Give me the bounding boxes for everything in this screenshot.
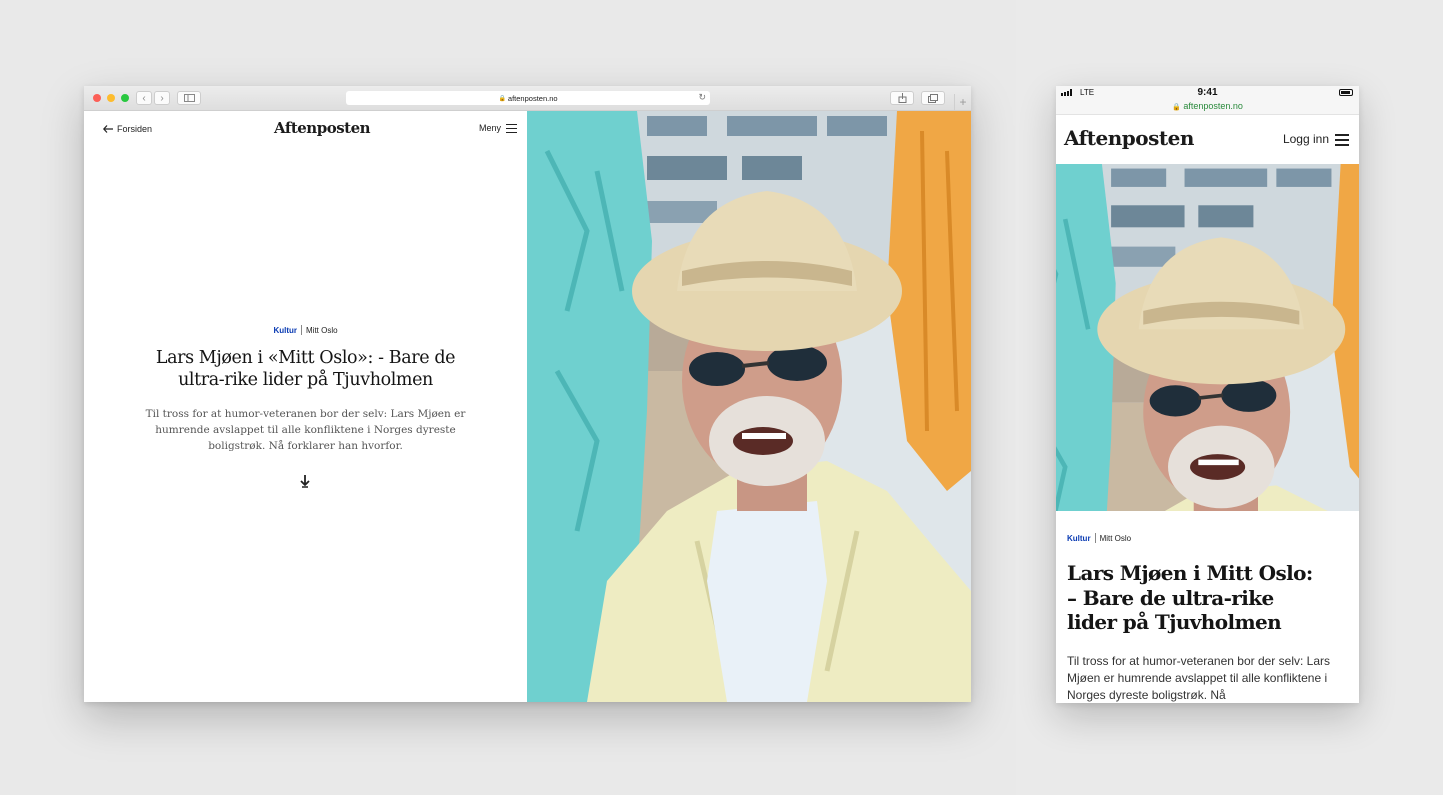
- sidebar-button[interactable]: [177, 91, 201, 105]
- tabs-overview-button[interactable]: [921, 91, 945, 105]
- sidebar-icon: [183, 94, 195, 102]
- zoom-window-button[interactable]: [121, 94, 129, 102]
- chevron-right-icon: ›: [160, 92, 164, 104]
- article-headline-mobile: Lars Mjøen i Mitt Oslo: – Bare de ultra-…: [1067, 561, 1337, 635]
- breadcrumb-divider: [301, 325, 302, 335]
- mobile-address-bar[interactable]: 🔒 aftenposten.no: [1056, 101, 1359, 111]
- headline-line: Lars Mjøen i Mitt Oslo:: [1067, 561, 1313, 585]
- share-button[interactable]: [890, 91, 914, 105]
- close-window-button[interactable]: [93, 94, 101, 102]
- desktop-browser-window: ‹ › 🔒 aftenposten.no ↻ + Forsiden Aftenp…: [84, 86, 971, 702]
- status-bar: LTE 9:41 🔒 aftenposten.no: [1056, 86, 1359, 115]
- breadcrumb-divider: [1094, 533, 1096, 543]
- breadcrumb: Kultur Mitt Oslo: [84, 325, 527, 335]
- tabs-icon: [928, 93, 938, 103]
- forward-button[interactable]: ›: [154, 91, 170, 105]
- headline-line: – Bare de ultra-rike: [1067, 585, 1274, 610]
- breadcrumb-mobile: Kultur Mitt Oslo: [1067, 533, 1131, 543]
- share-icon: [898, 93, 906, 103]
- scroll-down-icon[interactable]: [298, 474, 312, 488]
- new-tab-button[interactable]: +: [954, 94, 971, 111]
- address-bar[interactable]: 🔒 aftenposten.no ↻: [346, 91, 710, 105]
- back-arrow-icon: [103, 125, 113, 133]
- lock-icon: 🔒: [498, 95, 506, 102]
- article-hero-image: [527, 111, 971, 702]
- headline-line: lider på Tjuvholmen: [1067, 610, 1282, 634]
- chevron-left-icon: ‹: [142, 92, 146, 104]
- section-link[interactable]: Kultur: [273, 326, 297, 335]
- back-link-label: Forsiden: [117, 124, 153, 134]
- article-lead: Til tross for at humor-veteranen bor der…: [145, 408, 466, 452]
- section-link[interactable]: Kultur: [1067, 534, 1091, 543]
- status-time: 9:41: [1197, 87, 1218, 98]
- lock-icon: 🔒: [1172, 104, 1181, 111]
- mobile-url: aftenposten.no: [1183, 101, 1243, 111]
- menu-button[interactable]: Meny: [479, 123, 517, 133]
- article-headline: Lars Mjøen i «Mitt Oslo»: - Bare de ultr…: [155, 348, 456, 390]
- address-bar-url: aftenposten.no: [507, 93, 558, 103]
- login-label: Logg inn: [1282, 132, 1329, 146]
- aftenposten-logo-mobile[interactable]: Aftenposten: [1064, 126, 1194, 150]
- series-label[interactable]: Mitt Oslo: [306, 326, 338, 335]
- back-to-frontpage-link[interactable]: Forsiden: [103, 124, 152, 134]
- mobile-phone-frame: LTE 9:41 🔒 aftenposten.no Aftenposten Lo…: [1056, 86, 1359, 703]
- browser-toolbar: ‹ › 🔒 aftenposten.no ↻ +: [84, 86, 971, 111]
- article-hero-image-mobile: [1056, 164, 1359, 511]
- hamburger-menu-icon[interactable]: [1335, 133, 1349, 146]
- article-intro-panel: Forsiden Aftenposten Meny Kultur Mitt Osl…: [84, 111, 527, 702]
- minimize-window-button[interactable]: [107, 94, 115, 102]
- login-button[interactable]: Logg inn: [1283, 132, 1349, 146]
- battery-icon: [1339, 89, 1353, 96]
- hamburger-menu-icon: [506, 123, 517, 133]
- menu-label: Meny: [478, 123, 501, 133]
- series-label[interactable]: Mitt Oslo: [1100, 534, 1132, 543]
- article-lead-mobile: Til tross for at humor-veteranen bor der…: [1067, 654, 1330, 702]
- back-button[interactable]: ‹: [136, 91, 152, 105]
- reload-icon[interactable]: ↻: [698, 92, 706, 103]
- aftenposten-logo[interactable]: Aftenposten: [274, 119, 371, 137]
